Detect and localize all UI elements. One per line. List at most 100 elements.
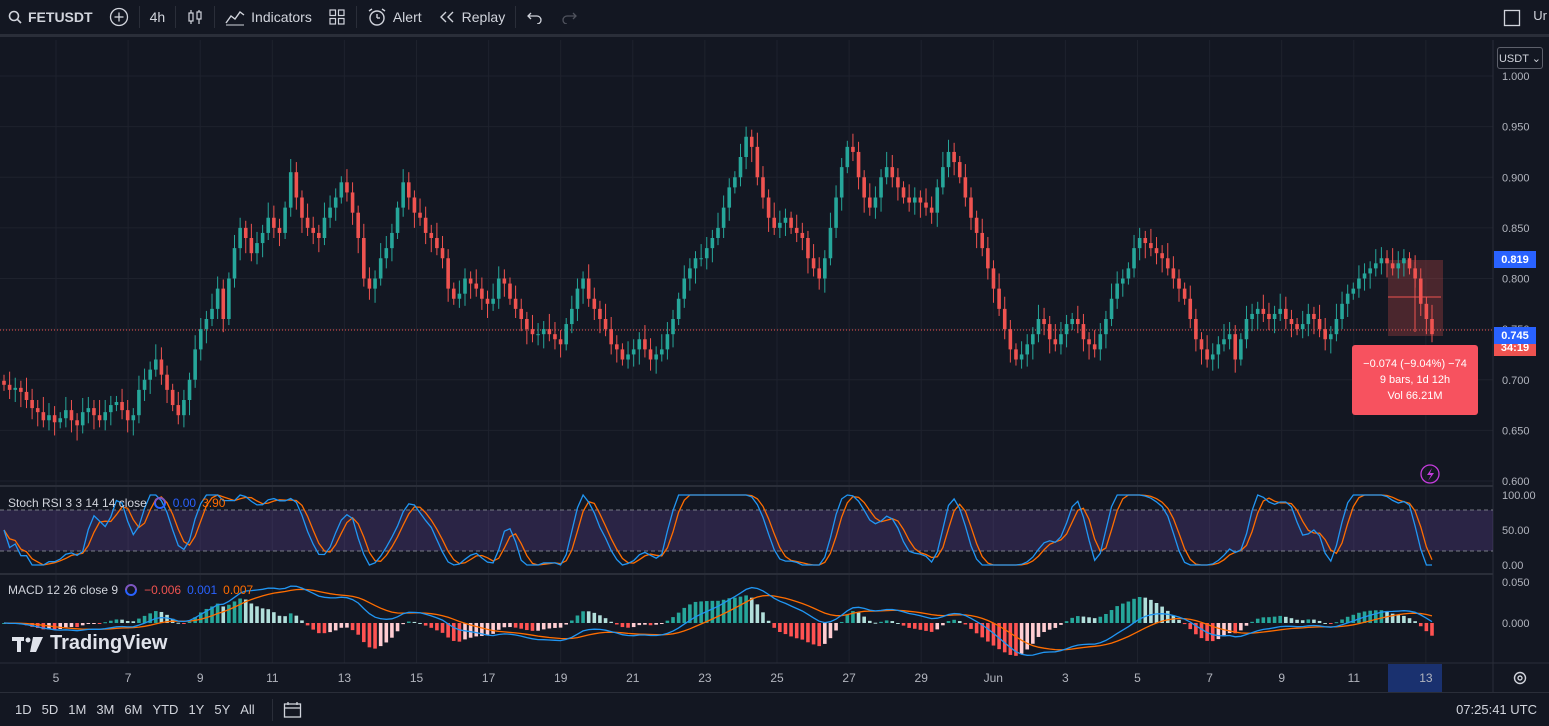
time-tick-label: 7 — [1206, 671, 1213, 685]
candle-body — [1036, 319, 1041, 335]
time-tick-label: 29 — [915, 671, 929, 685]
macd-hist-bar — [249, 603, 254, 623]
price-tag-blue: 0.819 — [1494, 251, 1536, 268]
macd-hist-bar — [957, 621, 962, 623]
candle-body — [1267, 313, 1271, 319]
range-button-1y[interactable]: 1Y — [183, 702, 209, 717]
candle-body — [294, 172, 299, 198]
macd-hist-bar — [64, 623, 68, 628]
macd-hist-bar — [243, 599, 248, 623]
candle-body — [1396, 263, 1401, 269]
stoch-legend[interactable]: Stoch RSI 3 3 14 14 close 0.00 3.90 — [8, 496, 225, 510]
lightning-icon[interactable] — [1420, 464, 1440, 484]
redo-icon — [560, 10, 578, 24]
fullscreen-button[interactable] — [1503, 9, 1521, 32]
indicators-button[interactable]: Indicators — [217, 2, 320, 32]
range-button-1m[interactable]: 1M — [63, 702, 91, 717]
macd-hist-bar — [1081, 616, 1086, 623]
range-button-5y[interactable]: 5Y — [209, 702, 235, 717]
candle-body — [1115, 283, 1119, 299]
candle-body — [508, 283, 512, 299]
candle-body — [929, 207, 934, 213]
candle-body — [1064, 324, 1069, 335]
candle-body — [176, 405, 181, 416]
candle-body — [2, 380, 6, 385]
candle-body — [272, 217, 276, 228]
replay-button[interactable]: Replay — [430, 2, 514, 32]
macd-hist-bar — [221, 606, 226, 623]
candle-body — [1373, 263, 1378, 269]
candle-body — [761, 177, 765, 198]
macd-hist-bar — [648, 623, 653, 626]
candle-body — [794, 227, 799, 233]
candle-body — [789, 217, 793, 228]
macd-hist-bar — [390, 623, 394, 638]
time-tick-label: 9 — [1278, 671, 1285, 685]
indicators-icon — [225, 8, 245, 26]
utc-clock[interactable]: 07:25:41 UTC — [1456, 702, 1537, 717]
macd-hist-bar — [659, 623, 664, 624]
macd-hist-bar — [508, 623, 512, 628]
alert-button[interactable]: Alert — [359, 2, 430, 32]
stoch-tick-label: 100.00 — [1502, 490, 1536, 502]
stoch-d-value: 3.90 — [202, 496, 226, 510]
interval-label: 4h — [149, 9, 166, 25]
interval-button[interactable]: 4h — [142, 2, 174, 32]
candle-body — [283, 207, 287, 233]
time-tick-label: 9 — [197, 671, 204, 685]
price-tick-label: 0.950 — [1502, 122, 1530, 134]
macd-hist-bar — [350, 623, 355, 631]
macd-legend[interactable]: MACD 12 26 close 9 −0.006 0.001 0.007 — [8, 583, 253, 597]
macd-hist-bar — [778, 623, 782, 633]
candle-body — [474, 283, 479, 289]
chart-type-button[interactable] — [178, 2, 212, 32]
templates-button[interactable] — [320, 2, 354, 32]
macd-hist-bar — [440, 623, 445, 633]
candle-body — [1306, 313, 1311, 325]
macd-hist-bar — [1216, 623, 1221, 640]
macd-hist-bar — [1104, 614, 1108, 623]
stoch-tick-label: 50.00 — [1502, 525, 1530, 537]
macd-hist-bar — [125, 621, 130, 623]
macd-hist-bar — [1334, 622, 1339, 624]
candle-body — [1188, 298, 1193, 319]
candle-body — [1216, 344, 1221, 355]
candle-body — [1104, 319, 1108, 335]
range-button-all[interactable]: All — [235, 702, 259, 717]
goto-date-button[interactable] — [275, 695, 311, 725]
range-button-3m[interactable]: 3M — [91, 702, 119, 717]
candle-body — [536, 334, 540, 336]
macd-hist-bar — [491, 623, 495, 634]
range-button-6m[interactable]: 6M — [119, 702, 147, 717]
candle-body — [423, 217, 428, 233]
candle-body — [1205, 349, 1209, 360]
range-button-5d[interactable]: 5D — [37, 702, 64, 717]
candle-body — [30, 400, 34, 409]
currency-select[interactable]: USDT ⌄ — [1497, 47, 1543, 69]
chart-settings-button[interactable] — [1512, 670, 1528, 691]
candle-body — [654, 354, 658, 360]
candle-body — [592, 298, 597, 309]
macd-hist-bar — [733, 597, 737, 623]
tradingview-watermark[interactable]: TradingView — [12, 632, 167, 655]
candle-body — [986, 248, 990, 269]
macd-hist-bar — [867, 620, 872, 623]
macd-hist-bar — [288, 613, 293, 623]
candle-body — [772, 217, 777, 228]
macd-hist-bar — [547, 623, 552, 629]
macd-hist-bar — [1143, 597, 1148, 623]
range-button-1d[interactable]: 1D — [10, 702, 37, 717]
candle-body — [69, 410, 74, 421]
tradingview-logo-icon — [12, 635, 44, 653]
range-button-ytd[interactable]: YTD — [147, 702, 183, 717]
candle-body — [907, 197, 911, 203]
redo-button[interactable] — [552, 2, 586, 32]
macd-hist-bar — [626, 623, 630, 628]
symbol-search[interactable]: FETUSDT — [0, 2, 101, 32]
macd-hist-bar — [238, 598, 242, 623]
candle-body — [980, 232, 985, 249]
candle-body — [418, 212, 422, 218]
compare-button[interactable] — [101, 2, 137, 32]
undo-button[interactable] — [518, 2, 552, 32]
candle-body — [1362, 273, 1367, 279]
